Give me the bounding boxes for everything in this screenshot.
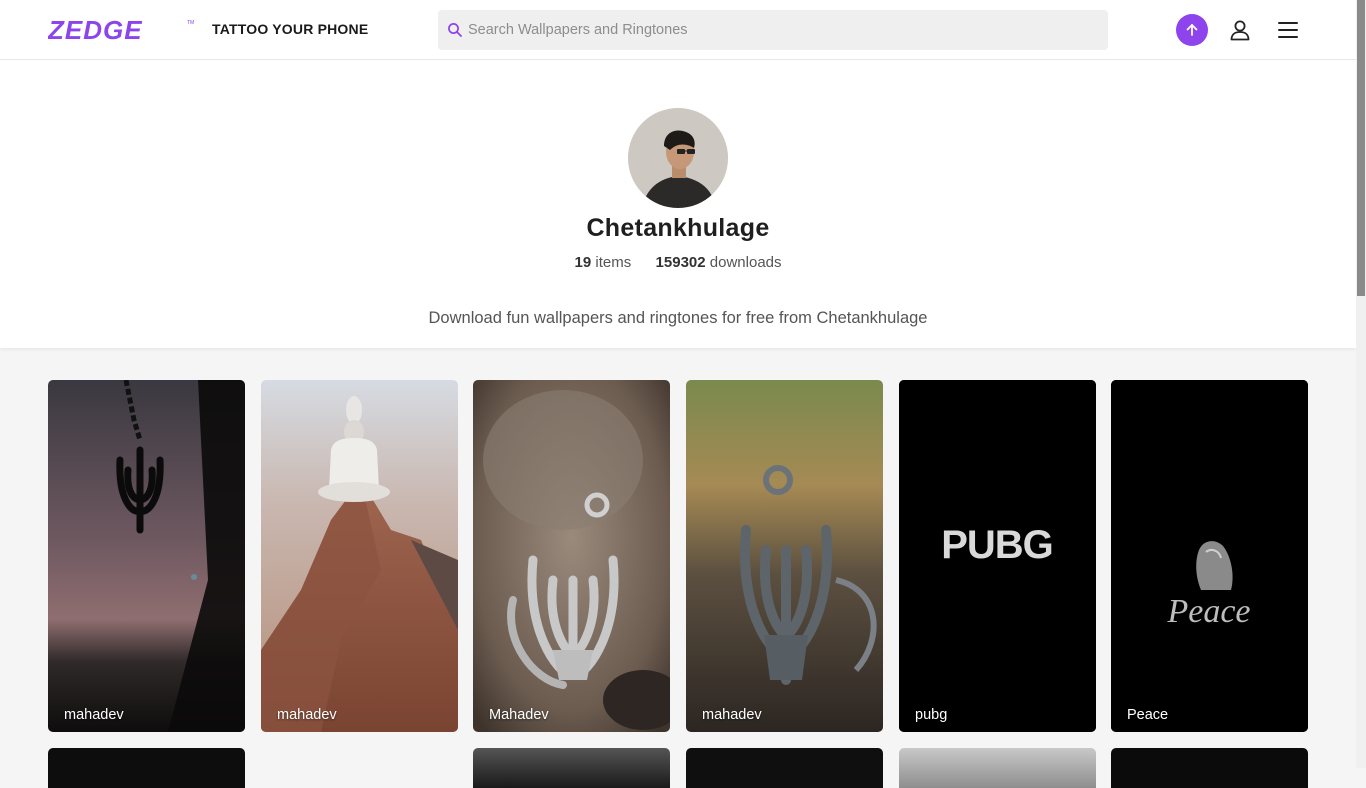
wallpaper-card[interactable]: Mahadev [473,380,670,732]
wallpaper-card[interactable]: PUBG pubg [899,380,1096,732]
search-input[interactable] [468,10,1088,50]
wallpaper-thumbnail: Peace [1111,380,1308,732]
wallpaper-card[interactable]: Peace Peace [1111,380,1308,732]
profile-description: Download fun wallpapers and ringtones fo… [428,309,928,327]
wallpaper-card[interactable]: mahadev [686,380,883,732]
wallpaper-title: mahadev [64,707,124,723]
upload-button[interactable] [1176,14,1208,46]
downloads-count: 159302 [655,254,706,271]
wallpaper-card[interactable] [899,748,1096,788]
avatar [628,108,728,208]
zedge-logo[interactable]: ZEDGE TM [48,18,196,42]
items-label: items [595,254,632,271]
scrollbar-thumb[interactable] [1357,0,1365,296]
wallpaper-thumbnail [686,380,883,732]
wallpaper-card[interactable] [48,748,245,788]
wallpaper-thumbnail [473,380,670,732]
profile-name: Chetankhulage [586,214,770,242]
hamburger-menu-icon[interactable] [1276,18,1300,42]
wallpaper-card[interactable]: mahadev [48,380,245,732]
search-icon [448,23,462,37]
logo-text: ZEDGE [48,18,143,42]
wallpaper-card[interactable] [1111,748,1308,788]
page-scrollbar[interactable] [1356,0,1366,768]
arrow-up-icon [1186,24,1198,36]
wallpaper-card[interactable]: mahadev [261,380,458,732]
search-bar[interactable] [438,10,1108,50]
profile-stats: 19 items 159302 downloads [0,254,1356,271]
svg-text:TM: TM [187,20,194,26]
wallpaper-title: mahadev [277,707,337,723]
wallpaper-title: mahadev [702,707,762,723]
wallpaper-thumbnail: PUBG [899,380,1096,732]
pubg-logo-text: PUBG [941,523,1053,567]
wallpaper-card[interactable] [473,748,670,788]
wallpaper-title: Mahadev [489,707,549,723]
user-icon[interactable] [1228,18,1252,42]
downloads-label: downloads [709,254,782,271]
peace-art-text: Peace [1166,593,1250,630]
wallpaper-thumbnail [48,380,245,732]
tagline: TATTOO YOUR PHONE [212,21,369,37]
wallpaper-thumbnail [261,380,458,732]
wallpaper-title: Peace [1127,707,1169,723]
profile-header: Chetankhulage 19 items 159302 downloads … [0,60,1356,348]
top-navigation-bar: ZEDGE TM TATTOO YOUR PHONE [0,0,1356,60]
items-count: 19 [574,254,592,271]
wallpaper-title: pubg [915,707,948,723]
wallpaper-card[interactable] [686,748,883,788]
